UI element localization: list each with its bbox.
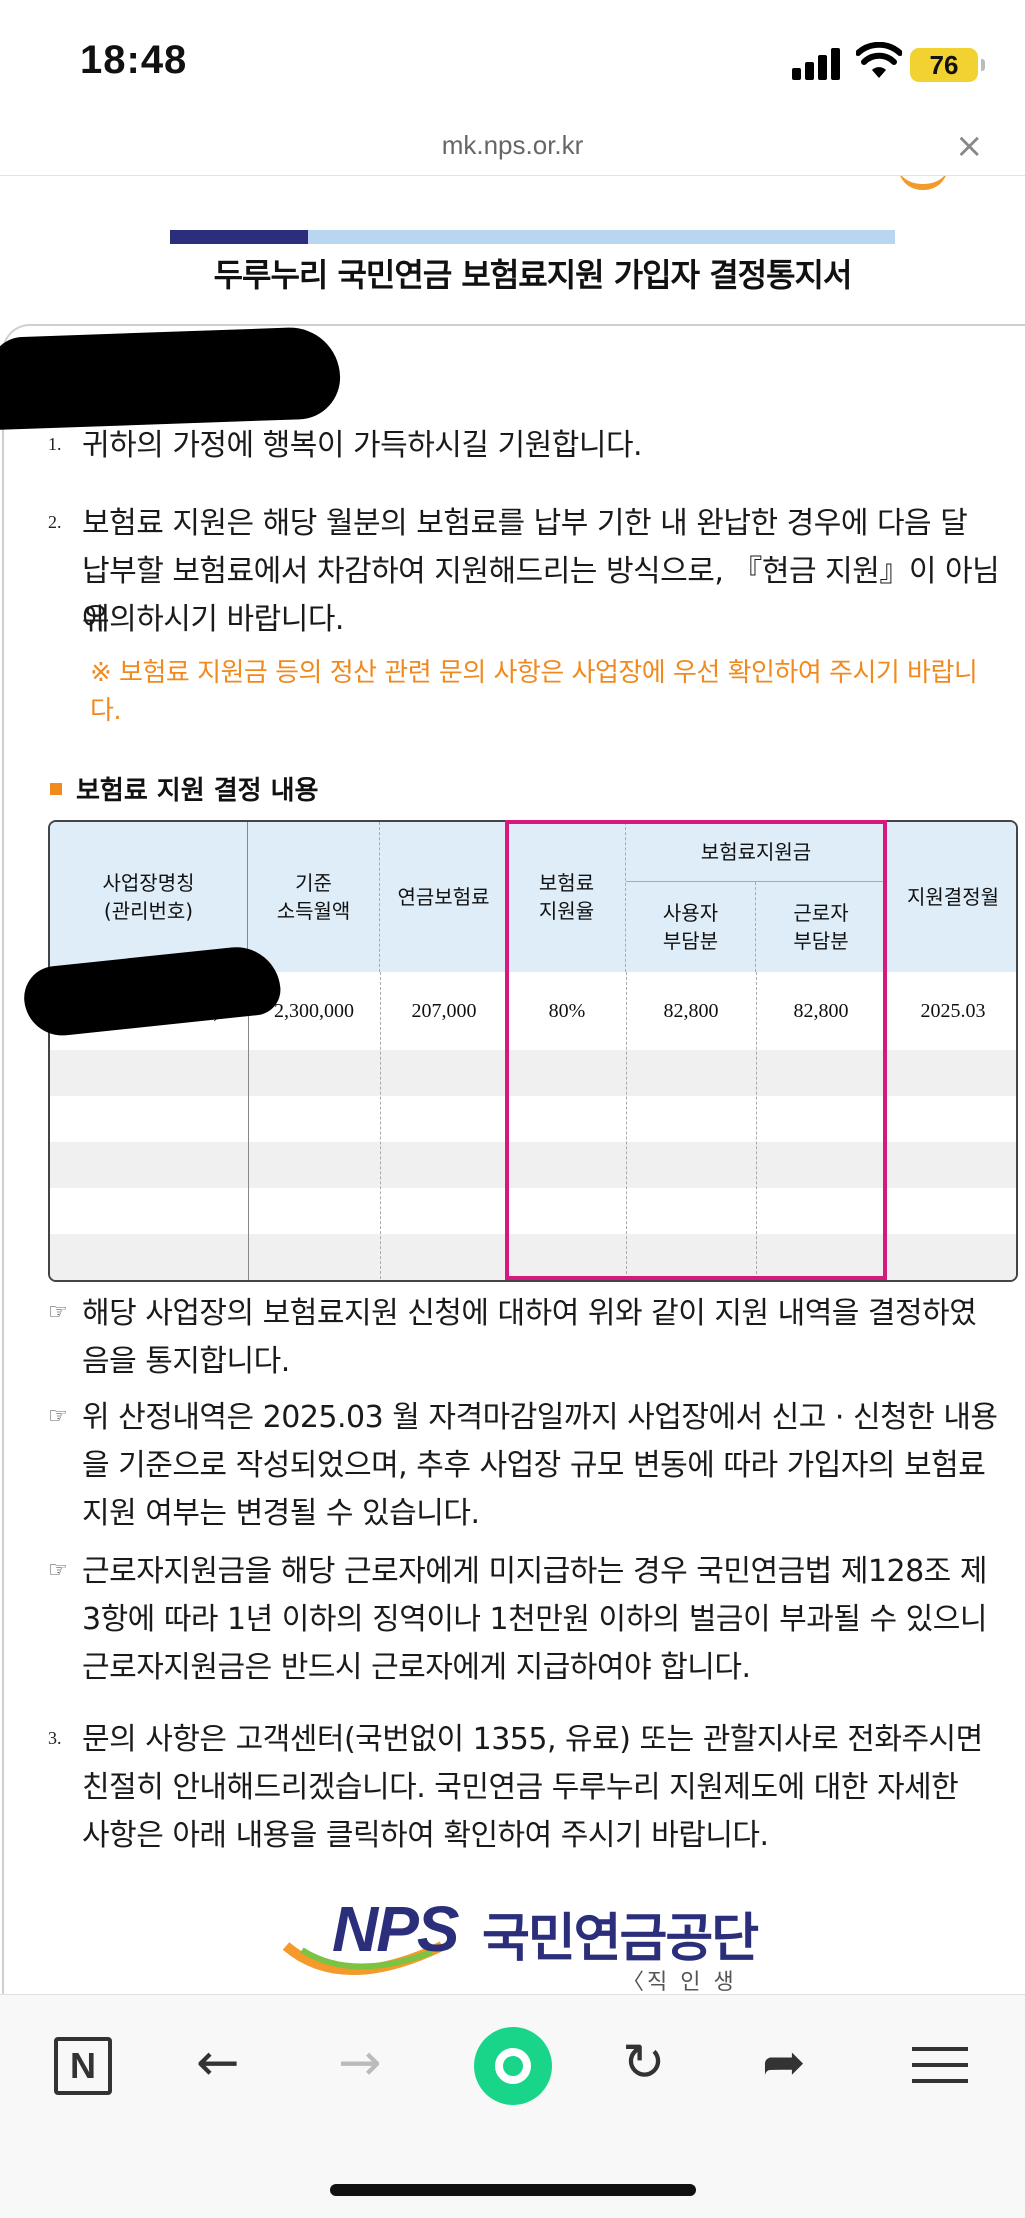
naver-home-button[interactable]: N: [54, 2037, 112, 2095]
cell-month: 2025.03: [920, 1000, 986, 1022]
url-text[interactable]: mk.nps.or.kr: [0, 130, 1025, 161]
url-bar[interactable]: mk.nps.or.kr ×: [0, 120, 1025, 176]
logo-mark: NPS: [332, 1893, 460, 1965]
status-bar: 18:48 76: [0, 0, 1025, 120]
notice-line: 3항에 따라 1년 이하의 징역이나 1천만원 이하의 벌금이 부과될 수 있으…: [82, 1602, 987, 1637]
back-arrow-icon[interactable]: ←: [196, 2033, 240, 2093]
paragraph-number: 2.: [48, 512, 62, 532]
cellular-signal-icon: [792, 46, 842, 80]
notice-line: 음을 통지합니다.: [82, 1344, 290, 1379]
paragraph-line: 친절히 안내해드리겠습니다. 국민연금 두루누리 지원제도에 대한 자세한: [82, 1770, 959, 1805]
notice-line: 근로자지원금은 반드시 근로자에게 지급하여야 합니다.: [82, 1650, 751, 1685]
nps-logo: NPS 국민연금공단 〈직 인 생 략〉: [282, 1892, 772, 1994]
reload-icon[interactable]: ↻: [622, 2033, 666, 2093]
paragraph-number: 3.: [48, 1728, 62, 1748]
home-indicator: [330, 2184, 696, 2196]
notice-line: 근로자지원금을 해당 근로자에게 미지급하는 경우 국민연금법 제128조 제: [82, 1554, 987, 1589]
paragraph-greeting: 귀하의 가정에 행복이 가득하시길 기원합니다.: [82, 428, 643, 463]
cell-annual: 207,000: [411, 1000, 477, 1022]
logo-name: 국민연금공단: [482, 1909, 759, 1969]
paragraph-number: 1.: [48, 434, 62, 454]
header-income: 기준 소득월액: [248, 822, 380, 972]
paragraph-line: 사항은 아래 내용을 클릭하여 확인하여 주시기 바랍니다.: [82, 1818, 769, 1853]
forward-arrow-icon[interactable]: →: [338, 2033, 382, 2093]
notice-line: 지원 여부는 변경될 수 있습니다.: [82, 1496, 480, 1531]
title-bar-decoration: [170, 230, 895, 244]
notice-line: 위 산정내역은 2025.03 월 자격마감일까지 사업장에서 신고 · 신청한…: [82, 1400, 998, 1435]
page-title: 두루누리 국민연금 보험료지원 가입자 결정통지서: [213, 256, 853, 294]
close-icon[interactable]: ×: [955, 126, 984, 166]
bullet-icon: ☞: [48, 1404, 68, 1429]
status-time: 18:48: [80, 38, 188, 82]
seal-omitted-note: 〈직 인 생 략〉: [622, 1970, 737, 1994]
redaction-mark: [0, 325, 342, 431]
logo-fragment: [898, 176, 948, 190]
header-annual: 연금보험료: [380, 822, 508, 972]
notice-note: ※ 보험료 지원금 등의 정산 관련 문의 사항은 사업장에 우선 확인하여 주…: [90, 658, 978, 688]
notice-note: 다.: [90, 696, 122, 726]
share-icon[interactable]: ➦: [762, 2033, 806, 2093]
bullet-icon: ☞: [48, 1558, 68, 1583]
paragraph-line: 유의하시기 바랍니다.: [82, 602, 344, 637]
document-view: 두루누리 국민연금 보험료지원 가입자 결정통지서 1. 귀하의 가정에 행복이…: [0, 176, 1025, 1994]
wifi-icon: [856, 42, 902, 78]
paragraph-line: 문의 사항은 고객센터(국번없이 1355, 유료) 또는 관할지사로 전화주시…: [82, 1722, 983, 1757]
notice-line: 해당 사업장의 보험료지원 신청에 대하여 위와 같이 지원 내역을 결정하였: [82, 1296, 977, 1331]
bullet-icon: ☞: [48, 1300, 68, 1325]
green-dot-button[interactable]: [474, 2027, 552, 2105]
battery-icon: 76: [910, 48, 985, 82]
paragraph-line: 보험료 지원은 해당 월분의 보험료를 납부 기한 내 완납한 경우에 다음 달: [82, 506, 968, 541]
notice-line: 을 기준으로 작성되었으며, 추후 사업장 규모 변동에 따라 가입자의 보험료: [82, 1448, 986, 1483]
section-title: 보험료 지원 결정 내용: [50, 770, 318, 807]
highlight-box: [505, 820, 887, 1280]
header-month: 지원결정월: [907, 885, 999, 909]
menu-icon[interactable]: [912, 2047, 968, 2083]
